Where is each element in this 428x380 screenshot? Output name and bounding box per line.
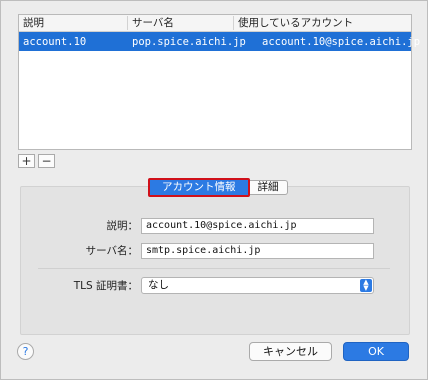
- form-divider: [38, 268, 390, 269]
- settings-tabs: アカウント情報 詳細: [148, 178, 288, 197]
- table-row[interactable]: account.10 pop.spice.aichi.jp account.10…: [19, 32, 420, 51]
- row-server: pop.spice.aichi.jp: [132, 36, 246, 48]
- tab-details[interactable]: 詳細: [249, 180, 288, 195]
- column-header-account[interactable]: 使用しているアカウント: [233, 16, 411, 30]
- help-button[interactable]: ?: [17, 343, 34, 360]
- server-name-label: サーバ名：: [85, 245, 138, 257]
- table-header: 説明 サーバ名 使用しているアカウント: [19, 15, 411, 32]
- tab-account-info[interactable]: アカウント情報: [148, 178, 250, 197]
- tls-certificate-select[interactable]: なし ▲ ▼: [141, 277, 374, 294]
- accounts-table[interactable]: 説明 サーバ名 使用しているアカウント account.10 pop.spice…: [18, 14, 420, 150]
- tls-certificate-label: TLS 証明書：: [73, 280, 138, 292]
- description-label: 説明：: [106, 220, 139, 232]
- chevron-updown-icon: ▲ ▼: [360, 279, 372, 292]
- column-header-description[interactable]: 説明: [19, 16, 127, 30]
- description-field[interactable]: account.10@spice.aichi.jp: [141, 218, 374, 234]
- row-description: account.10: [23, 36, 87, 48]
- row-account: account.10@spice.aichi.jp: [262, 36, 421, 48]
- server-name-field[interactable]: smtp.spice.aichi.jp: [141, 243, 374, 259]
- column-header-server[interactable]: サーバ名: [127, 16, 233, 30]
- remove-account-button[interactable]: −: [38, 154, 55, 168]
- cancel-button[interactable]: キャンセル: [249, 342, 332, 361]
- ok-button[interactable]: OK: [343, 342, 409, 361]
- add-account-button[interactable]: +: [18, 154, 35, 168]
- account-settings-panel: [20, 186, 410, 335]
- tls-certificate-value: なし: [148, 279, 169, 291]
